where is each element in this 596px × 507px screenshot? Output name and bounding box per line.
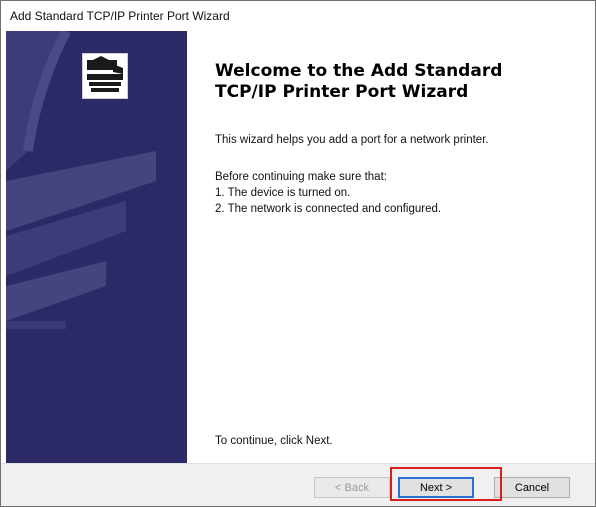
next-button[interactable]: Next > <box>398 477 474 498</box>
button-bar: < Back Next > Cancel <box>1 463 595 506</box>
window-title: Add Standard TCP/IP Printer Port Wizard <box>10 9 230 23</box>
prereq-section: Before continuing make sure that: 1. The… <box>215 169 441 217</box>
cancel-button[interactable]: Cancel <box>494 477 570 498</box>
wizard-window: Add Standard TCP/IP Printer Port Wizard <box>0 0 596 507</box>
back-button[interactable]: < Back <box>314 477 390 498</box>
printer-wizard-icon <box>82 53 128 99</box>
side-banner <box>6 31 187 463</box>
prereq-item-2: 2. The network is connected and configur… <box>215 203 442 215</box>
intro-text: This wizard helps you add a port for a n… <box>215 134 489 146</box>
prereq-item-1: 1. The device is turned on. <box>215 187 351 199</box>
wizard-content: Welcome to the Add Standard TCP/IP Print… <box>187 31 595 463</box>
title-line-1: Welcome to the Add Standard <box>215 61 503 81</box>
title-line-2: TCP/IP Printer Port Wizard <box>215 82 469 102</box>
title-bar: Add Standard TCP/IP Printer Port Wizard <box>1 1 595 31</box>
prereq-header: Before continuing make sure that: <box>215 171 387 183</box>
continue-hint: To continue, click Next. <box>215 435 333 447</box>
page-title: Welcome to the Add Standard TCP/IP Print… <box>215 61 575 103</box>
